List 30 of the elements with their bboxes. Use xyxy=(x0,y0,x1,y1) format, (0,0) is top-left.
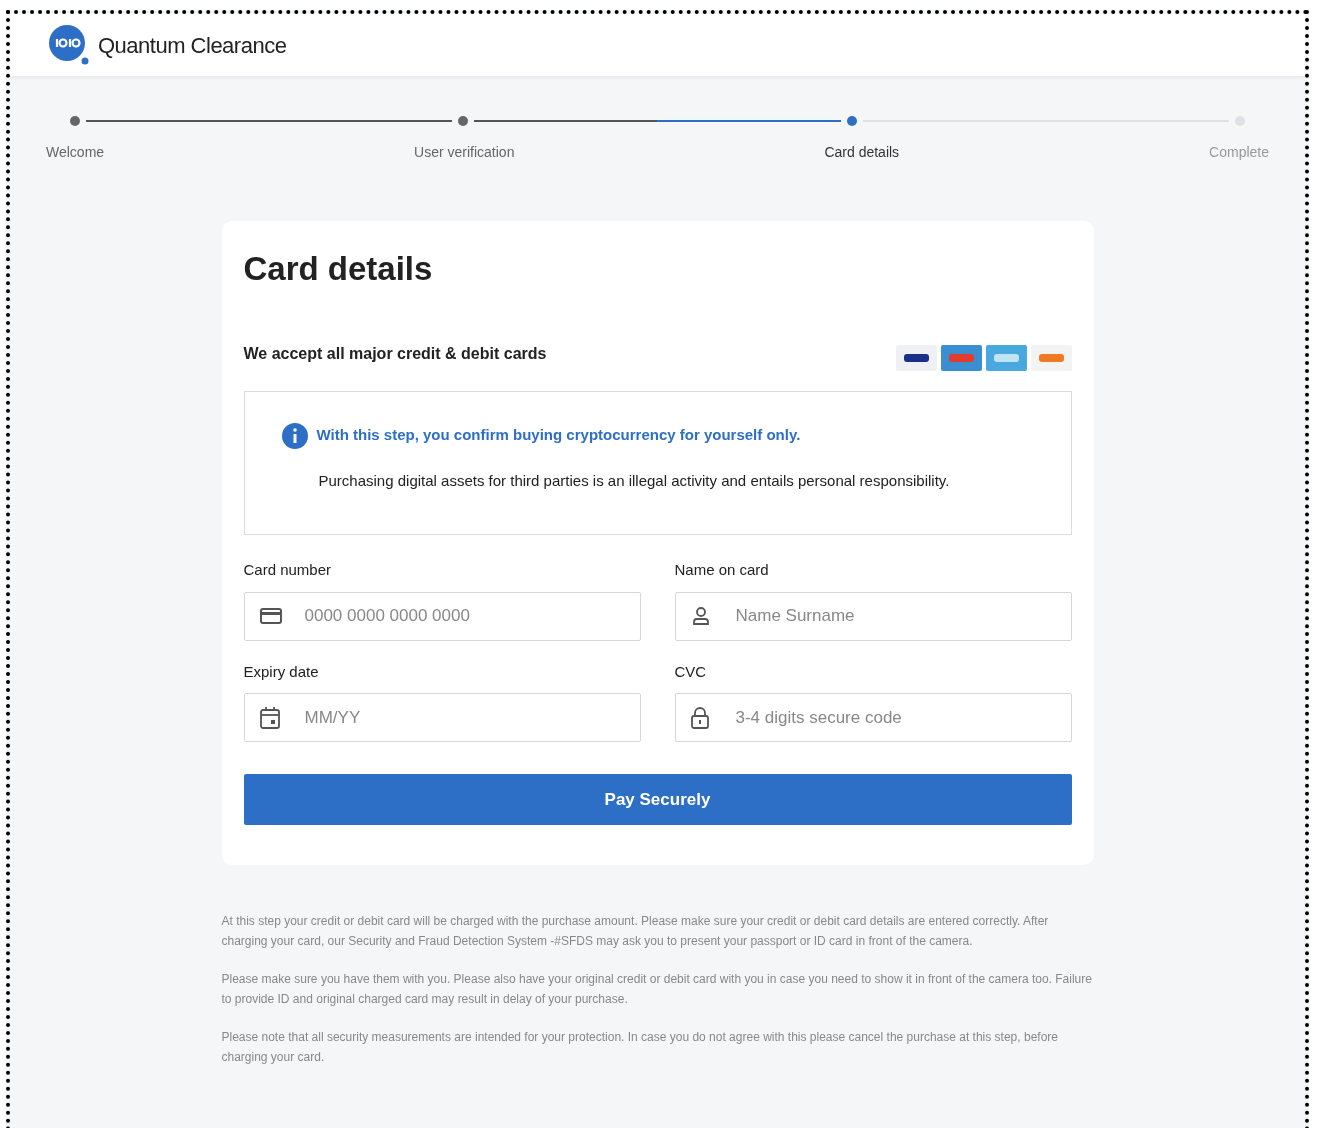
credit-card-icon xyxy=(259,607,282,626)
field-label: CVC xyxy=(674,661,708,682)
field-label: Card number xyxy=(243,560,333,581)
step-label[interactable]: Card details xyxy=(824,142,900,163)
logo-icon xyxy=(48,24,90,66)
step-label[interactable]: Welcome xyxy=(46,142,105,163)
lock-icon xyxy=(690,706,709,729)
notice-text: Purchasing digital assets for third parties is an illegal activity and entails personal responsibility. xyxy=(317,470,951,491)
card-brand-icon xyxy=(895,344,937,371)
disclaimer-paragraph: At this step your credit or debit card will be charged with the purchase amount. Please make sure your credit or debit card details are entered correctly. After charging your card, our Security and Fraud Detection System -#SFDS may ask you to present your passport or ID card in front of the camera. xyxy=(221,913,1050,951)
input-field[interactable]: 3-4 digits secure code xyxy=(674,693,1072,743)
disclaimer-paragraph: Please make sure you have them with you. Please also have your original credit or debit card with you in case you need to show it in front of the camera too. Failure to provide ID and original charged card may result in delay of your purchase. xyxy=(221,971,1093,1009)
card-title: Card details xyxy=(243,249,434,289)
disclaimer-paragraph: Please note that all security measurements are intended for your protection. In case you do not agree with this please cancel the purchase at this step, before charging your card. xyxy=(221,1029,1059,1067)
person-icon xyxy=(690,606,711,627)
card-brand-icon xyxy=(940,344,982,371)
accepted-cards-text: We accept all major credit & debit cards xyxy=(243,343,547,364)
pay-button[interactable]: Pay Securely xyxy=(243,774,1072,826)
input-field[interactable]: 0000 0000 0000 0000 xyxy=(243,591,641,641)
input-field[interactable]: Name Surname xyxy=(674,591,1072,641)
step-label[interactable]: User verification xyxy=(414,142,515,163)
field-label: Name on card xyxy=(674,560,770,581)
info-icon xyxy=(280,421,309,450)
card-brand-icon xyxy=(1030,344,1072,371)
notice-heading: With this step, you confirm buying cryptocurrency for yourself only. xyxy=(316,425,801,446)
card-brand-icon xyxy=(985,344,1027,371)
input-field[interactable]: MM/YY xyxy=(243,693,641,743)
field-label: Expiry date xyxy=(243,661,320,682)
calendar-icon xyxy=(259,706,280,729)
brand-name: Quantum Clearance xyxy=(98,31,287,60)
